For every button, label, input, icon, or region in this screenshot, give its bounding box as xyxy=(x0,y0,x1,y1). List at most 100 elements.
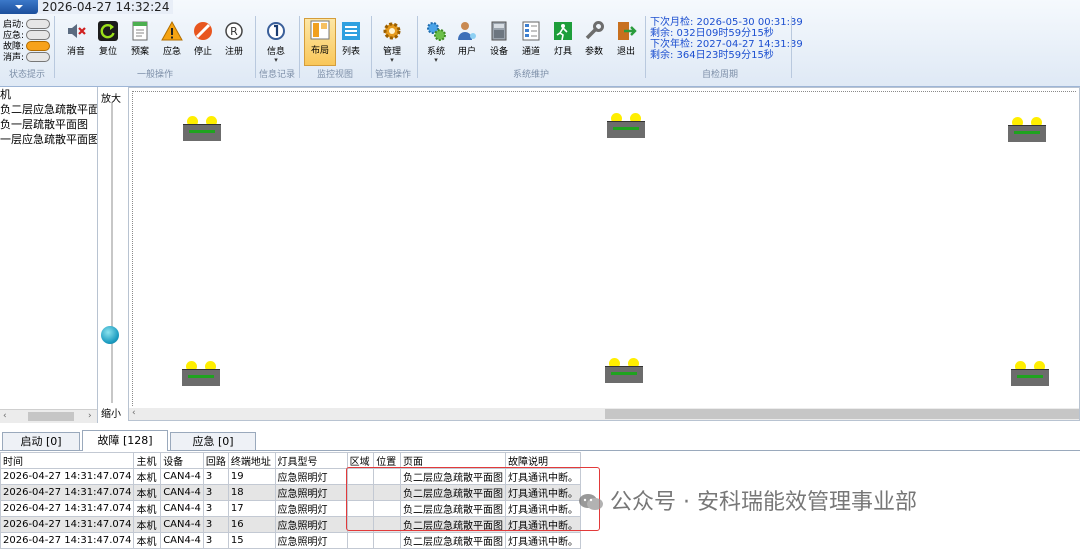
user-icon xyxy=(458,22,476,40)
plan-border xyxy=(132,91,1076,406)
register-button[interactable]: R 注册 xyxy=(219,20,249,57)
status-light xyxy=(26,18,50,29)
column-header-time[interactable]: 时间 xyxy=(0,452,135,469)
monthly-check-next: 下次月检: 2026-05-30 00:31:39 xyxy=(650,17,803,28)
self-check-cycle: 下次月检: 2026-05-30 00:31:39 剩余: 032日09时59分… xyxy=(650,17,803,61)
scroll-right-arrow[interactable]: › xyxy=(88,411,92,421)
list-button[interactable]: 列表 xyxy=(336,20,366,57)
monthly-check-remaining: 剩余: 032日09时59分15秒 xyxy=(650,28,774,39)
group-caption-general: 一般操作 xyxy=(136,70,173,80)
datetime-display: 2026-04-27 14:32:24 xyxy=(38,0,174,14)
separator xyxy=(791,16,792,78)
scroll-left-arrow[interactable]: ‹ xyxy=(132,408,136,418)
floor-plan-canvas[interactable]: ‹ xyxy=(128,87,1080,421)
lamp-fixture[interactable] xyxy=(607,113,645,138)
lamp-fixture[interactable] xyxy=(605,358,643,383)
lamp-body xyxy=(182,369,220,386)
gear-icon xyxy=(383,22,401,40)
system-button[interactable]: 系统 ▾ xyxy=(421,20,451,64)
params-button[interactable]: 参数 xyxy=(579,20,609,57)
device-button[interactable]: 设备 xyxy=(484,20,514,57)
tab-fault[interactable]: 故障 [128] xyxy=(82,430,168,451)
tree-item-host[interactable]: 机 xyxy=(0,87,97,102)
separator xyxy=(417,16,418,78)
separator xyxy=(54,16,55,78)
zoom-track[interactable] xyxy=(111,103,113,403)
tree-item-b1[interactable]: 负一层疏散平面图 xyxy=(0,117,97,132)
tree-item-b2[interactable]: 负二层应急疏散平面 xyxy=(0,102,97,117)
plan-button[interactable]: 预案 xyxy=(125,20,155,57)
svg-text:R: R xyxy=(230,25,238,38)
emergency-button[interactable]: 应急 xyxy=(157,20,187,57)
lamp-fixture[interactable] xyxy=(1008,117,1046,142)
group-caption-monitor: 监控视图 xyxy=(316,70,353,80)
column-header-address[interactable]: 终端地址 xyxy=(227,452,276,469)
yearly-check-next: 下次年检: 2027-04-27 14:31:39 xyxy=(650,39,803,50)
lamp-fixture[interactable] xyxy=(183,116,221,141)
info-button[interactable]: 信息 ▾ xyxy=(261,20,291,64)
mute-button[interactable]: 消音 xyxy=(61,20,91,57)
stop-icon xyxy=(194,22,212,40)
layout-icon xyxy=(310,20,330,40)
group-caption-system: 系统维护 xyxy=(512,70,549,80)
group-caption-cycle: 自检周期 xyxy=(701,70,738,80)
reset-icon xyxy=(98,21,118,41)
separator xyxy=(255,16,256,78)
scroll-left-arrow[interactable]: ‹ xyxy=(3,411,7,421)
canvas-horizontal-scrollbar[interactable]: ‹ xyxy=(129,408,1079,420)
status-mute: 消声: xyxy=(2,51,50,63)
lamp-fixture[interactable] xyxy=(1011,361,1049,386)
annotation-highlight-box xyxy=(346,467,600,531)
warning-icon xyxy=(161,20,183,41)
table-row[interactable]: 2026-04-27 14:31:47.074 本机 CAN4-4 3 15 应急照明灯负… xyxy=(0,532,582,549)
event-tabs: 启动 [0] 故障 [128] 应急 [0] xyxy=(0,430,1080,451)
exit-sign-icon xyxy=(554,22,572,41)
column-header-device[interactable]: 设备 xyxy=(160,452,204,469)
wechat-icon xyxy=(579,494,603,510)
watermark: 公众号 · 安科瑞能效管理事业部 xyxy=(578,484,917,516)
scroll-thumb[interactable] xyxy=(605,409,1079,419)
device-icon xyxy=(491,21,507,41)
document-icon xyxy=(132,21,148,41)
channel-button[interactable]: 通道 xyxy=(516,20,546,57)
scroll-thumb[interactable] xyxy=(28,412,74,421)
column-header-lamp-model[interactable]: 灯具型号 xyxy=(274,452,348,469)
wrench-icon xyxy=(585,21,604,40)
floor-tree-panel: 机 负二层应急疏散平面 负一层疏散平面图 一层应急疏散平面图 xyxy=(0,87,98,423)
status-light xyxy=(26,40,50,51)
lamp-body xyxy=(1011,369,1049,386)
stop-button[interactable]: 停止 xyxy=(188,20,218,57)
lamp-button[interactable]: 灯具 xyxy=(548,20,578,57)
tree-item-f1[interactable]: 一层应急疏散平面图 xyxy=(0,132,97,147)
lamp-body xyxy=(607,121,645,138)
yearly-check-remaining: 剩余: 364日23时59分15秒 xyxy=(650,50,774,61)
lamp-fixture[interactable] xyxy=(182,361,220,386)
manage-button[interactable]: 管理 ▾ xyxy=(377,20,407,64)
ribbon-toolbar: 2026-04-27 14:32:24 启动: 应急: 故障: 消声: 状态提示… xyxy=(0,0,1080,87)
info-icon xyxy=(267,22,285,40)
zoom-knob[interactable] xyxy=(101,326,119,344)
tab-emergency[interactable]: 应急 [0] xyxy=(170,432,256,450)
exit-door-icon xyxy=(618,22,637,40)
exit-button[interactable]: 退出 xyxy=(611,20,641,57)
app-menu-button[interactable] xyxy=(0,0,38,14)
reset-button[interactable]: 复位 xyxy=(93,20,123,57)
separator xyxy=(299,16,300,78)
tree-horizontal-scrollbar[interactable]: ‹ › xyxy=(0,409,97,423)
zoom-out-label[interactable]: 缩小 xyxy=(101,405,121,420)
user-button[interactable]: 用户 xyxy=(452,20,482,57)
lamp-body xyxy=(183,124,221,141)
watermark-text: 公众号 · 安科瑞能效管理事业部 xyxy=(610,490,917,515)
group-caption-manage: 管理操作 xyxy=(374,70,411,80)
registered-icon: R xyxy=(225,22,243,40)
column-header-loop[interactable]: 回路 xyxy=(202,452,229,469)
tab-start[interactable]: 启动 [0] xyxy=(2,432,80,450)
separator xyxy=(645,16,646,78)
status-light xyxy=(26,51,50,62)
list-icon xyxy=(342,22,360,40)
column-header-host[interactable]: 主机 xyxy=(133,452,162,469)
status-indicators: 启动: 应急: 故障: 消声: xyxy=(2,18,50,63)
group-caption-info: 信息记录 xyxy=(258,70,295,80)
layout-button[interactable]: 布局 xyxy=(304,18,336,66)
lamp-body xyxy=(1008,125,1046,142)
